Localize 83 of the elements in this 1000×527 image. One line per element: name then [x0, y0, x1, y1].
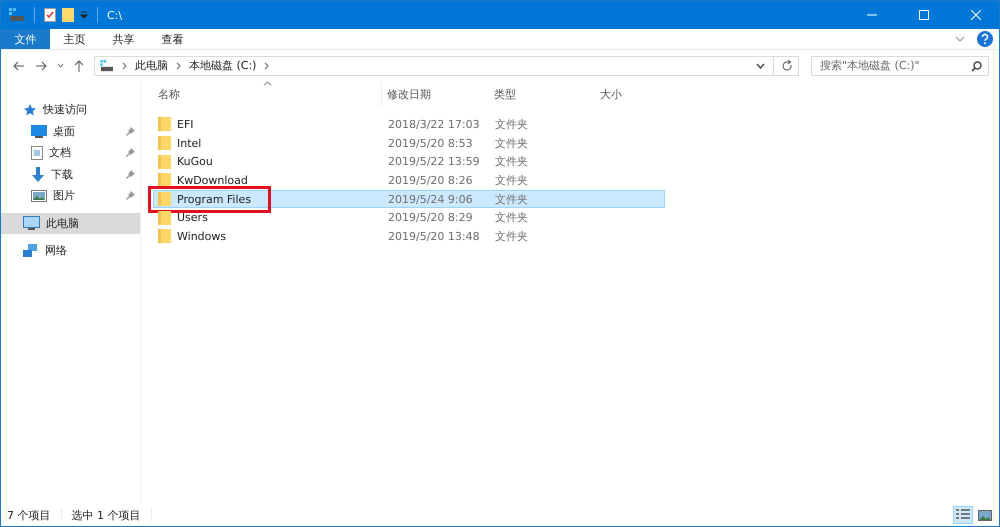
monitor-icon — [31, 124, 47, 138]
drive-icon — [100, 60, 114, 72]
file-row[interactable]: Users 2019/5/20 8:29 文件夹 — [153, 208, 665, 228]
forward-arrow-icon[interactable] — [35, 60, 47, 70]
file-name: KwDownload — [177, 174, 248, 187]
sidebar-item[interactable]: 图片 — [1, 185, 140, 206]
folder-icon — [158, 154, 171, 169]
date-cell-text: 2019/5/22 13:59 — [387, 155, 481, 168]
column-header[interactable]: 大小 — [595, 81, 665, 107]
help-icon[interactable] — [977, 31, 993, 47]
folder-icon — [158, 136, 171, 150]
file-row[interactable]: KuGou 2019/5/22 13:59 文件夹 — [153, 152, 665, 172]
file-row[interactable]: Intel 2019/5/20 8:53 文件夹 — [153, 134, 665, 152]
image-icon — [31, 190, 47, 202]
folder-icon — [158, 192, 171, 206]
column-header[interactable]: 名称 — [153, 81, 180, 107]
folder-icon — [158, 117, 171, 132]
dropdown-icon[interactable] — [756, 62, 765, 68]
search-icon[interactable] — [971, 60, 982, 72]
date-cell-text: 2019/5/24 9:06 — [387, 192, 474, 206]
file-name: Intel — [177, 136, 202, 150]
type-cell-text: 文件夹 — [494, 228, 529, 244]
drive-icon[interactable] — [9, 8, 25, 22]
maximize-icon — [919, 10, 929, 20]
pin-icon[interactable] — [126, 170, 135, 179]
type-cell-text: 文件夹 — [494, 210, 529, 226]
sidebar-item[interactable]: 快速访问 — [1, 99, 140, 120]
sort-ascending-icon — [263, 81, 272, 86]
sidebar-item[interactable]: 此电脑 — [1, 212, 140, 234]
date-cell-text: 2019/5/20 13:48 — [387, 230, 481, 243]
pin-icon[interactable] — [126, 148, 135, 158]
sidebar-item[interactable]: 下载 — [1, 164, 140, 185]
file-name: Program Files — [177, 192, 252, 206]
recent-dropdown-icon[interactable] — [57, 63, 64, 68]
sidebar-item[interactable]: 桌面 — [1, 120, 140, 142]
type-cell-text: 文件夹 — [494, 136, 529, 151]
selection-count: 选中 1 个项目 — [72, 508, 140, 522]
column-header[interactable]: 修改日期 — [382, 81, 489, 107]
file-row[interactable]: EFI 2018/3/22 17:03 文件夹 — [153, 115, 665, 134]
close-icon — [971, 10, 981, 20]
breadcrumb[interactable]: 此电脑 — [135, 58, 168, 73]
network-icon — [23, 244, 39, 258]
folder-icon — [158, 210, 171, 225]
breadcrumb[interactable]: 本地磁盘 (C:) — [189, 58, 256, 73]
file-name: EFI — [177, 118, 194, 131]
sidebar-item[interactable]: 文档 — [1, 142, 140, 164]
type-cell-text: 文件夹 — [494, 192, 529, 207]
type-cell-text: 文件夹 — [494, 154, 529, 170]
file-row[interactable]: KwDownload 2019/5/20 8:26 文件夹 — [153, 171, 665, 190]
date-cell-text: 2018/3/22 17:03 — [387, 118, 481, 131]
folder-icon — [158, 173, 171, 188]
date-cell-text: 2019/5/20 8:29 — [387, 211, 474, 224]
sidebar-item[interactable]: 网络 — [1, 240, 140, 262]
document-icon — [31, 146, 43, 160]
search-field[interactable]: 搜索"本地磁盘 (C:)" — [811, 56, 989, 76]
chevron-right-icon[interactable] — [176, 62, 181, 70]
chevron-right-icon[interactable] — [122, 62, 127, 70]
refresh-icon[interactable] — [782, 60, 793, 72]
back-arrow-icon[interactable] — [13, 60, 25, 70]
computer-icon — [23, 216, 40, 231]
pin-icon[interactable] — [126, 191, 135, 200]
file-name: Users — [177, 211, 208, 224]
date-cell-text: 2019/5/20 8:53 — [387, 136, 474, 150]
file-name: Windows — [177, 230, 226, 243]
date-cell-text: 2019/5/20 8:26 — [387, 174, 474, 187]
details-view-button[interactable] — [953, 506, 973, 524]
type-cell-text: 文件夹 — [494, 116, 529, 132]
column-header[interactable]: 类型 — [489, 81, 595, 107]
window-title: C:\ — [107, 8, 122, 22]
folder-icon — [158, 229, 171, 244]
pin-icon[interactable] — [126, 126, 135, 136]
chevron-icon[interactable] — [955, 36, 965, 42]
download-arrow-icon — [31, 166, 45, 182]
item-count: 7 个项目 — [7, 508, 50, 522]
file-row[interactable]: Windows 2019/5/20 13:48 文件夹 — [153, 227, 665, 246]
type-cell-text: 文件夹 — [494, 172, 529, 188]
ribbon-tab[interactable]: 文件 — [1, 29, 50, 49]
address-bar[interactable]: 此电脑 本地磁盘 (C:) — [94, 56, 799, 76]
star-icon — [23, 102, 37, 117]
up-arrow-icon[interactable] — [74, 60, 84, 72]
properties-icon[interactable] — [44, 8, 56, 22]
chevron-right-icon[interactable] — [264, 62, 270, 70]
file-name: KuGou — [177, 155, 213, 168]
